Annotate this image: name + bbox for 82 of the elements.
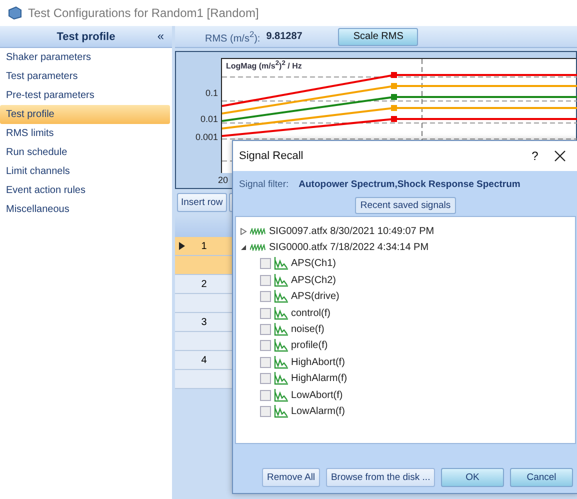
y-tick-label: 0.01 bbox=[200, 114, 218, 124]
expand-arrow-icon[interactable] bbox=[240, 228, 247, 235]
tree-node[interactable]: control(f) bbox=[291, 308, 330, 319]
collapse-arrow-icon[interactable] bbox=[240, 244, 247, 252]
checkbox[interactable] bbox=[260, 356, 271, 368]
tree-node[interactable]: SIG0097.atfx 8/30/2021 10:49:07 PM bbox=[269, 226, 434, 237]
checkbox[interactable] bbox=[260, 308, 271, 319]
tree-node[interactable]: profile(f) bbox=[291, 340, 328, 352]
scale-rms-button[interactable]: Scale RMS bbox=[338, 28, 418, 46]
spectrum-icon bbox=[274, 339, 288, 352]
row-number[interactable]: 1 bbox=[175, 237, 233, 256]
row-number[interactable]: 3 bbox=[175, 313, 233, 332]
row-spacer bbox=[175, 332, 233, 351]
tree-node[interactable]: LowAlarm(f) bbox=[291, 406, 345, 417]
sidebar-item[interactable]: Pre-test parameters bbox=[0, 86, 170, 105]
window-title: Test Configurations for Random1 [Random] bbox=[28, 6, 259, 20]
axis-title: LogMag (m/s$^{2}$)$^{2}$ / Hz bbox=[226, 60, 302, 71]
row-number-text: 2 bbox=[201, 278, 207, 290]
dialog-button[interactable]: OK bbox=[441, 468, 504, 487]
collapse-button[interactable]: « bbox=[157, 29, 164, 43]
filter-value: Autopower Spectrum,Shock Response Spectrum bbox=[298, 179, 520, 190]
sidebar-item[interactable]: Event action rules bbox=[0, 181, 170, 200]
tree-node[interactable]: LowAbort(f) bbox=[291, 390, 343, 401]
tree-node[interactable]: APS(Ch2) bbox=[291, 274, 336, 286]
row-spacer bbox=[175, 370, 233, 389]
checkbox[interactable] bbox=[260, 258, 271, 270]
checkbox[interactable] bbox=[260, 373, 271, 384]
toolbar-button[interactable]: Insert row bbox=[177, 193, 227, 212]
spectrum-icon bbox=[274, 306, 288, 320]
row-number[interactable]: 4 bbox=[175, 351, 233, 370]
sidebar-title: Test profile bbox=[56, 30, 116, 42]
grid-header bbox=[175, 215, 233, 237]
spectrum-icon bbox=[274, 372, 288, 386]
dialog-button[interactable]: Remove All bbox=[262, 468, 320, 487]
checkbox[interactable] bbox=[260, 291, 271, 302]
tree-node[interactable]: HighAbort(f) bbox=[291, 356, 345, 368]
row-spacer bbox=[175, 256, 233, 275]
sidebar-item[interactable]: Shaker parameters bbox=[0, 48, 170, 67]
tree-node[interactable]: APS(Ch1) bbox=[291, 258, 336, 270]
dialog-button[interactable]: Browse from the disk ... bbox=[326, 468, 435, 487]
sidebar-item[interactable]: Test parameters bbox=[0, 67, 170, 86]
checkbox[interactable] bbox=[260, 274, 271, 286]
app-icon bbox=[8, 6, 22, 20]
spectrum-icon bbox=[274, 257, 288, 270]
checkbox[interactable] bbox=[260, 390, 271, 401]
spectrum-icon bbox=[274, 323, 288, 336]
row-number-text: 4 bbox=[201, 354, 207, 366]
tree-node[interactable]: HighAlarm(f) bbox=[291, 373, 348, 384]
tree-node[interactable]: APS(drive) bbox=[291, 291, 340, 302]
spectrum-icon bbox=[274, 274, 288, 287]
row-pointer-icon bbox=[179, 242, 185, 250]
checkbox[interactable] bbox=[260, 340, 271, 352]
group-label: Recent saved signals bbox=[355, 197, 456, 214]
tree-node[interactable]: noise(f) bbox=[291, 324, 324, 336]
waveform-icon bbox=[250, 228, 266, 235]
spectrum-icon bbox=[274, 290, 288, 304]
sidebar-item[interactable]: Test profile bbox=[0, 105, 170, 124]
tree-node[interactable]: SIG0000.atfx 7/18/2022 4:34:14 PM bbox=[269, 242, 429, 254]
sidebar-item[interactable]: RMS limits bbox=[0, 124, 170, 143]
rms-value: 9.81287 bbox=[266, 31, 302, 42]
waveform-icon bbox=[250, 244, 266, 252]
spectrum-icon bbox=[274, 388, 288, 402]
checkbox[interactable] bbox=[260, 324, 271, 336]
sidebar-item[interactable]: Limit channels bbox=[0, 162, 170, 181]
y-tick-label: 0.1 bbox=[205, 88, 218, 98]
row-spacer bbox=[175, 294, 233, 313]
y-tick-label: 0.001 bbox=[195, 132, 218, 142]
rms-label: RMS (m/s$^{2}$): bbox=[205, 28, 260, 44]
row-number-text: 1 bbox=[201, 240, 207, 252]
x-tick-label: 20 bbox=[218, 175, 228, 186]
checkbox[interactable] bbox=[260, 406, 271, 417]
sidebar-item[interactable]: Miscellaneous bbox=[0, 200, 170, 219]
dialog-button[interactable]: Cancel bbox=[510, 468, 573, 487]
row-number[interactable]: 2 bbox=[175, 275, 233, 294]
spectrum-icon bbox=[274, 404, 288, 418]
filter-label: Signal filter: bbox=[239, 179, 289, 190]
help-button[interactable]: ? bbox=[516, 149, 554, 163]
dialog-title: Signal Recall bbox=[239, 150, 304, 162]
sidebar-item[interactable]: Run schedule bbox=[0, 143, 170, 162]
close-icon[interactable] bbox=[554, 150, 566, 162]
spectrum-icon bbox=[274, 356, 288, 369]
row-number-text: 3 bbox=[201, 316, 207, 328]
